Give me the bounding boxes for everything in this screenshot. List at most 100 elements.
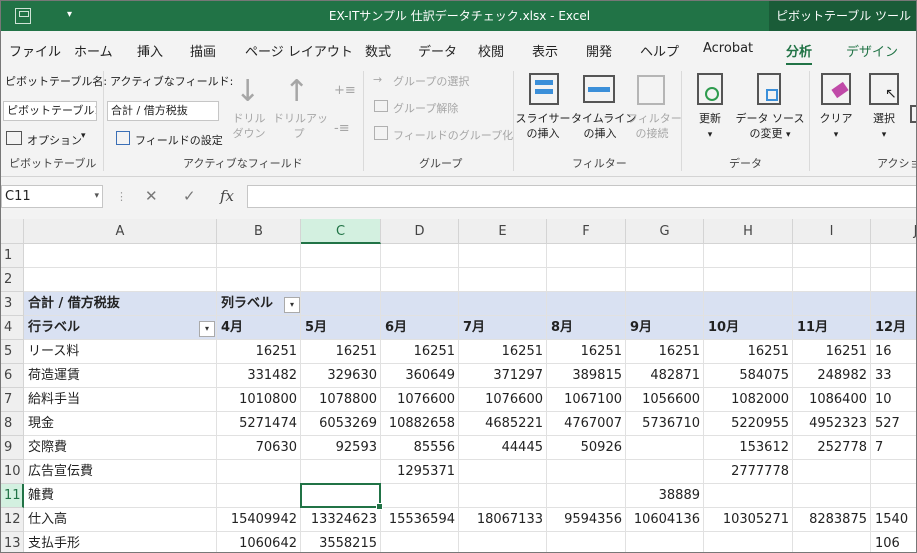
refresh-button[interactable]: 更新 ▾ bbox=[691, 111, 729, 143]
tab-insert[interactable]: 挿入 bbox=[137, 41, 163, 60]
expand-field-icon[interactable]: +≡ bbox=[334, 83, 356, 98]
pivot-month-header[interactable]: 7月 bbox=[463, 316, 547, 339]
pivot-value-cell[interactable]: 8283875 bbox=[793, 508, 871, 531]
name-box[interactable]: C11 ▾ bbox=[1, 185, 103, 208]
collapse-field-icon[interactable]: -≡ bbox=[334, 121, 350, 136]
pivot-month-header[interactable]: 6月 bbox=[385, 316, 459, 339]
pivot-value-cell[interactable] bbox=[626, 532, 704, 552]
pivot-value-cell[interactable]: 3558215 bbox=[301, 532, 381, 552]
pivot-month-header[interactable]: 11月 bbox=[797, 316, 871, 339]
pivot-value-cell[interactable]: 1060642 bbox=[217, 532, 301, 552]
pivot-value-cell[interactable] bbox=[217, 460, 301, 483]
enter-icon[interactable]: ✓ bbox=[183, 185, 196, 208]
pivot-row-label[interactable]: 荷造運賃 bbox=[28, 364, 208, 387]
pivot-row-label[interactable]: 広告宣伝費 bbox=[28, 460, 208, 483]
pivot-value-cell[interactable]: 4767007 bbox=[547, 412, 626, 435]
pivot-value-cell[interactable] bbox=[459, 460, 547, 483]
pivot-value-cell[interactable] bbox=[793, 460, 871, 483]
row-labels-filter-icon[interactable]: ▾ bbox=[199, 321, 215, 337]
tab-file[interactable]: ファイル bbox=[9, 41, 61, 60]
pivot-value-cell[interactable]: 1056600 bbox=[626, 388, 704, 411]
pivot-value-cell[interactable]: 252778 bbox=[793, 436, 871, 459]
pivot-value-cell[interactable] bbox=[626, 436, 704, 459]
tab-review[interactable]: 校閲 bbox=[478, 41, 504, 60]
pivot-value-cell[interactable]: 329630 bbox=[301, 364, 381, 387]
pivot-value-cell[interactable]: 6053269 bbox=[301, 412, 381, 435]
pivot-value-cell[interactable] bbox=[547, 484, 626, 507]
column-header-D[interactable]: D bbox=[381, 219, 459, 244]
select-all-corner[interactable] bbox=[1, 219, 24, 244]
pivot-value-cell[interactable]: 16251 bbox=[217, 340, 301, 363]
pivot-value-cell[interactable]: 248982 bbox=[793, 364, 871, 387]
pivot-value-cell[interactable]: 1067100 bbox=[547, 388, 626, 411]
pivot-value-cell[interactable]: 50926 bbox=[547, 436, 626, 459]
pivot-value-cell[interactable]: 2777778 bbox=[704, 460, 793, 483]
pivot-value-cell[interactable]: 4952323 bbox=[793, 412, 871, 435]
pivot-month-header[interactable]: 5月 bbox=[305, 316, 381, 339]
pivot-value-cell[interactable] bbox=[793, 532, 871, 552]
pivot-row-label[interactable]: 交際費 bbox=[28, 436, 208, 459]
ungroup-button[interactable]: グループ解除 bbox=[393, 100, 458, 116]
tab-analyze[interactable]: 分析 bbox=[786, 41, 813, 65]
row-header-6[interactable]: 6 bbox=[1, 364, 24, 388]
pivot-value-cell[interactable]: 371297 bbox=[459, 364, 547, 387]
row-header-1[interactable]: 1 bbox=[1, 244, 24, 268]
pivot-value-cell[interactable]: 15409942 bbox=[217, 508, 301, 531]
pivot-value-cell[interactable]: 106 bbox=[875, 532, 916, 552]
pivot-value-cell[interactable] bbox=[459, 532, 547, 552]
formula-input[interactable] bbox=[247, 185, 916, 208]
pivot-value-cell[interactable]: 16251 bbox=[793, 340, 871, 363]
options-dropdown-icon[interactable]: ▾ bbox=[81, 131, 86, 141]
pivot-value-cell[interactable]: 16 bbox=[875, 340, 916, 363]
drill-down-button[interactable]: ドリル ダウン bbox=[229, 111, 269, 141]
pivot-value-cell[interactable]: 16251 bbox=[704, 340, 793, 363]
row-header-10[interactable]: 10 bbox=[1, 460, 24, 484]
row-header-7[interactable]: 7 bbox=[1, 388, 24, 412]
pivot-value-field-label[interactable]: 合計 / 借方税抜 bbox=[28, 292, 208, 315]
pivot-name-input[interactable]: ピボットテーブル1 bbox=[3, 101, 97, 121]
pivot-value-cell[interactable]: 153612 bbox=[704, 436, 793, 459]
insert-timeline-button[interactable]: タイムライン の挿入 bbox=[571, 111, 636, 141]
pivot-value-cell[interactable]: 16251 bbox=[301, 340, 381, 363]
pivot-value-cell[interactable] bbox=[704, 484, 793, 507]
pivot-value-cell[interactable]: 85556 bbox=[381, 436, 459, 459]
pivot-value-cell[interactable] bbox=[381, 532, 459, 552]
row-header-4[interactable]: 4 bbox=[1, 316, 24, 340]
pivot-value-cell[interactable] bbox=[626, 460, 704, 483]
pivot-value-cell[interactable]: 70630 bbox=[217, 436, 301, 459]
pivot-value-cell[interactable]: 1086400 bbox=[793, 388, 871, 411]
pivot-value-cell[interactable] bbox=[301, 460, 381, 483]
pivot-value-cell[interactable]: 38889 bbox=[626, 484, 704, 507]
group-selection-button[interactable]: グループの選択 bbox=[393, 73, 469, 89]
column-header-A[interactable]: A bbox=[24, 219, 217, 244]
tab-design[interactable]: デザイン bbox=[846, 41, 898, 60]
tab-page-layout[interactable]: ページ レイアウト bbox=[245, 41, 353, 60]
filter-connections-button[interactable]: フィルター の接続 bbox=[627, 111, 682, 141]
pivot-value-cell[interactable]: 92593 bbox=[301, 436, 381, 459]
field-settings-button[interactable]: フィールドの設定 bbox=[135, 132, 223, 148]
pivot-month-header[interactable]: 9月 bbox=[630, 316, 704, 339]
pivot-value-cell[interactable] bbox=[704, 532, 793, 552]
pivot-value-cell[interactable]: 13324623 bbox=[301, 508, 381, 531]
pivot-value-cell[interactable]: 1076600 bbox=[459, 388, 547, 411]
column-header-H[interactable]: H bbox=[704, 219, 793, 244]
pivot-value-cell[interactable] bbox=[793, 484, 871, 507]
pivot-value-cell[interactable]: 1082000 bbox=[704, 388, 793, 411]
pivot-value-cell[interactable]: 44445 bbox=[459, 436, 547, 459]
row-header-5[interactable]: 5 bbox=[1, 340, 24, 364]
pivot-value-cell[interactable] bbox=[547, 460, 626, 483]
options-button[interactable]: オプション bbox=[27, 132, 82, 148]
row-header-3[interactable]: 3 bbox=[1, 292, 24, 316]
column-header-E[interactable]: E bbox=[459, 219, 547, 244]
drill-up-button[interactable]: ドリルアップ bbox=[273, 111, 328, 141]
pivot-value-cell[interactable]: 10604136 bbox=[626, 508, 704, 531]
column-header-B[interactable]: B bbox=[217, 219, 301, 244]
pivot-value-cell[interactable] bbox=[459, 484, 547, 507]
row-header-11[interactable]: 11 bbox=[1, 484, 24, 508]
insert-function-icon[interactable]: fx bbox=[220, 185, 234, 208]
pivot-value-cell[interactable]: 7 bbox=[875, 436, 916, 459]
pivot-value-cell[interactable]: 5736710 bbox=[626, 412, 704, 435]
column-header-I[interactable]: I bbox=[793, 219, 871, 244]
pivot-value-cell[interactable]: 16251 bbox=[626, 340, 704, 363]
tab-draw[interactable]: 描画 bbox=[190, 41, 216, 60]
